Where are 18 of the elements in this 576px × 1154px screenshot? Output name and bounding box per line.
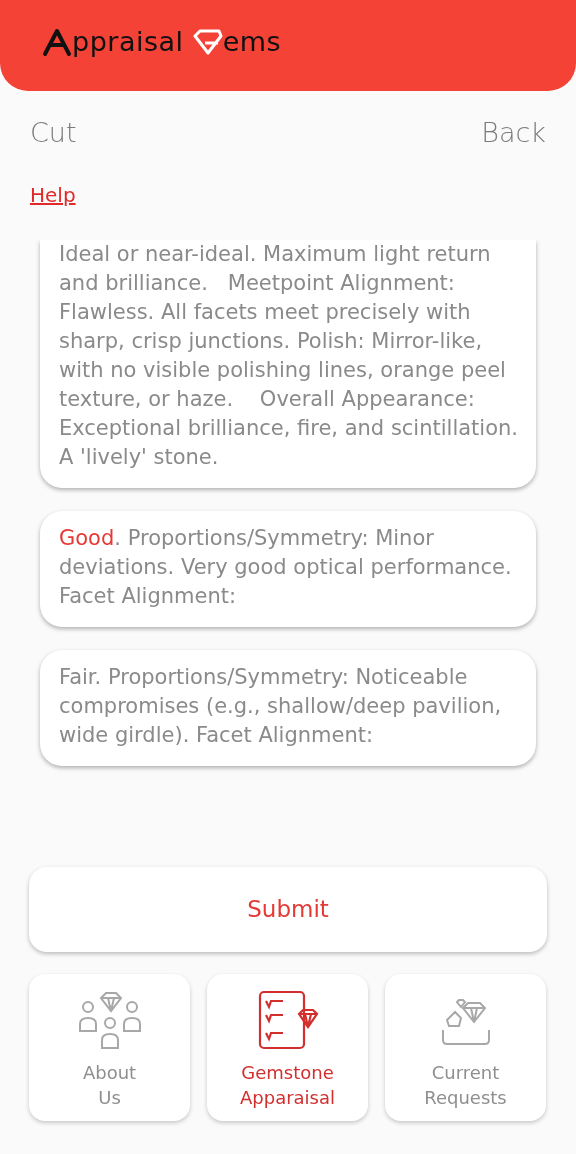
option-card[interactable]: Good. Proportions/Symmetry: Minor deviations. Very good optical performance. Facet Alignment: bbox=[40, 510, 536, 627]
back-link[interactable]: Back bbox=[481, 113, 546, 154]
nav-tab[interactable]: Gemstone Apparaisal bbox=[207, 973, 368, 1121]
help-link[interactable]: Help bbox=[30, 179, 76, 210]
section-title: Cut bbox=[30, 116, 77, 150]
logo-text: ppraisal bbox=[72, 25, 185, 59]
logo-text: ems bbox=[222, 25, 282, 59]
option-text: Ideal or near-ideal. Maximum light return and brilliance. Meetpoint Alignment: Flawless. All facets meet precisely with sharp, crisp junctions. Polish: Mirror-like, with no visible polishing lines, orange peel texture, or haze. Overall Appearance: Exceptional brilliance, fire, and scintillation. A 'lively' stone. bbox=[59, 241, 520, 469]
logo-a-icon bbox=[42, 27, 72, 58]
option-text: Good. Proportions/Symmetry: Minor deviations. Very good optical performance. Facet Alignment: bbox=[59, 525, 513, 608]
nav-tab[interactable]: About Us bbox=[29, 973, 190, 1121]
submit-button[interactable]: Submit bbox=[29, 866, 547, 952]
option-card[interactable]: Fair. Proportions/Symmetry: Noticeable compromises (e.g., shallow/deep pavilion, wide girdle). Facet Alignment: bbox=[40, 649, 536, 766]
option-text: Fair. Proportions/Symmetry: Noticeable compromises (e.g., shallow/deep pavilion, wide girdle). Facet Alignment: bbox=[59, 664, 503, 747]
checklist-gem-icon bbox=[256, 989, 319, 1050]
gem-logo-icon bbox=[192, 29, 223, 56]
nav-tab[interactable]: Current Requests bbox=[385, 973, 546, 1121]
group-gem-icon bbox=[78, 989, 141, 1050]
